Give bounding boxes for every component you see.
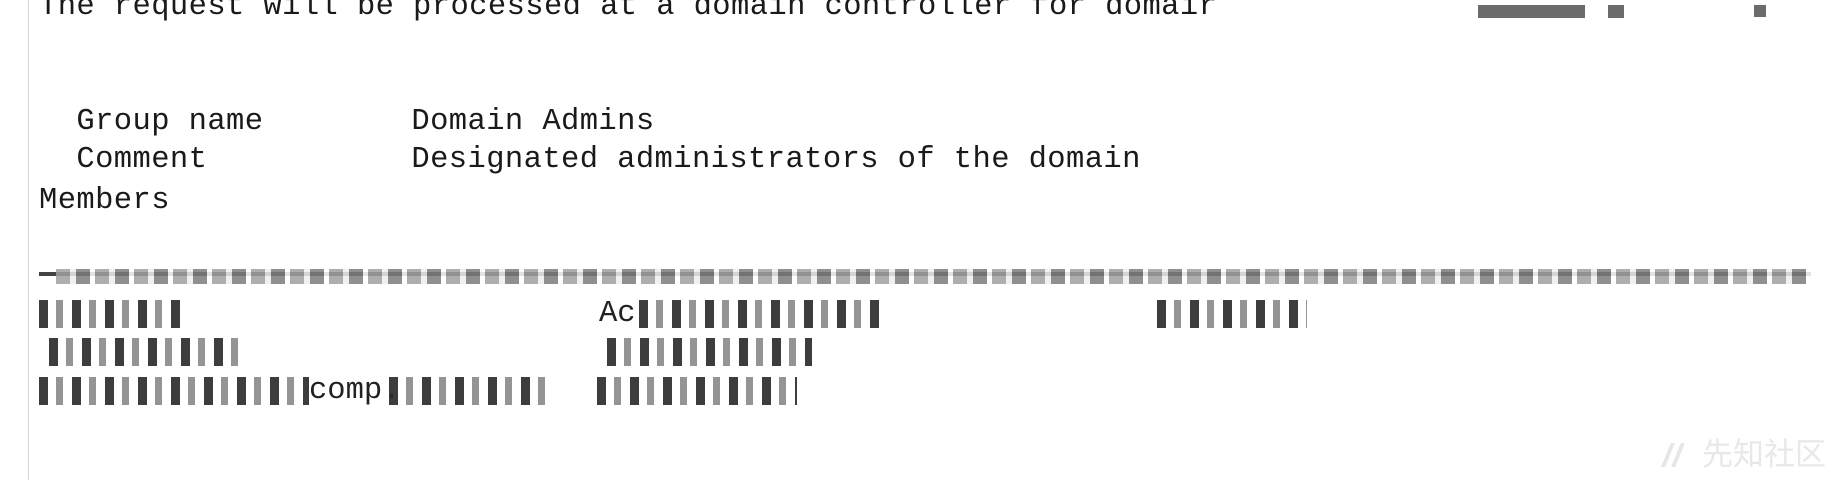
request-pixelated-redaction — [1478, 5, 1585, 18]
member-row: comp. — [39, 374, 1289, 408]
request-line: The request will be processed at a domai… — [39, 0, 1218, 24]
comment-label: Comment — [76, 143, 208, 177]
request-pixelated-redaction-extra — [1608, 5, 1624, 18]
member-visible-fragment: comp. — [309, 374, 401, 408]
watermark: 先知社区 — [1662, 436, 1826, 474]
member-row: Ac — [39, 297, 1307, 331]
comment-line: Comment Designated administrators of the … — [39, 106, 1141, 178]
member-name-redaction — [389, 377, 554, 405]
member-name-redaction — [597, 377, 797, 405]
comment-value: Designated administrators of the domain — [411, 143, 1141, 177]
member-row — [39, 338, 1289, 366]
member-name-redaction — [639, 300, 879, 328]
members-heading: Members — [39, 184, 170, 218]
member-name-redaction — [39, 300, 187, 328]
request-pixelated-redaction-end — [1754, 5, 1766, 17]
member-name-redaction — [49, 338, 244, 366]
watermark-logo-icon — [1662, 439, 1694, 471]
member-name-redaction — [607, 338, 812, 366]
member-visible-fragment: Ac — [599, 297, 636, 331]
left-guide-line — [28, 0, 29, 480]
watermark-text: 先知社区 — [1702, 437, 1826, 473]
member-name-redaction — [1157, 300, 1307, 328]
member-name-redaction — [39, 377, 309, 405]
members-separator-pixelated-redaction — [56, 269, 1811, 284]
